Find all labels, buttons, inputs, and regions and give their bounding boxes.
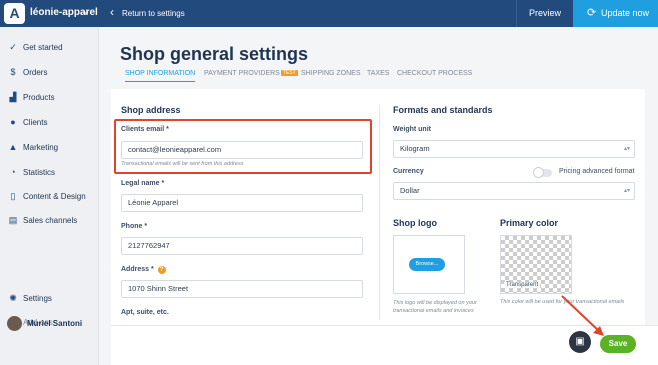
tab-label: PAYMENT PROVIDERS xyxy=(204,70,280,77)
bell-icon: ▲ xyxy=(8,142,18,152)
dollar-icon: $ xyxy=(10,67,16,77)
tab-taxes[interactable]: TAXES xyxy=(367,70,389,77)
sidebar-item-statistics[interactable]: ◔ Statistics xyxy=(0,165,99,183)
address-label-text: Address * xyxy=(121,266,154,273)
select-caret-icon: ▴▾ xyxy=(623,146,630,152)
update-now-button[interactable]: ⟳ Update now xyxy=(573,0,658,27)
preview-button[interactable]: Preview xyxy=(516,0,573,27)
phone-field[interactable]: 2127762947 xyxy=(121,237,363,255)
sidebar-item-label: Statistics xyxy=(23,168,56,177)
sidebar-item-label: Clients xyxy=(23,118,48,127)
apt-label: Apt, suite, etc. xyxy=(121,309,169,316)
tab-shipping-zones[interactable]: SHIPPING ZONES xyxy=(301,70,361,77)
sidebar-item-sales-channels[interactable]: ▤ Sales channels xyxy=(0,213,99,231)
tab-shop-information[interactable]: SHOP INFORMATION xyxy=(125,70,196,82)
color-value-label: Transparent xyxy=(504,282,541,288)
column-divider xyxy=(379,105,380,320)
clients-email-help: Transactional emails will be sent from t… xyxy=(121,161,244,167)
pie-chart-icon: ◔ xyxy=(10,167,16,177)
shop-address-title: Shop address xyxy=(121,105,181,115)
currency-value: Dollar xyxy=(400,186,420,195)
page-title: Shop general settings xyxy=(120,44,309,64)
save-button[interactable]: Save xyxy=(600,335,636,353)
sidebar-item-settings[interactable]: ✺ Settings xyxy=(0,291,99,309)
currency-label: Currency xyxy=(393,168,424,175)
top-bar: A léonie-apparel ⌄ ‹ Return to settings … xyxy=(0,0,658,27)
avatar[interactable] xyxy=(7,316,22,331)
clients-email-field[interactable]: contact@leonieapparel.com xyxy=(121,141,363,159)
refresh-icon: ⟳ xyxy=(587,7,597,19)
store-icon: ▤ xyxy=(8,215,18,225)
sidebar-item-label: Orders xyxy=(23,68,48,77)
select-caret-icon: ▴▾ xyxy=(623,188,630,194)
help-icon[interactable]: ? xyxy=(157,266,166,274)
toggle-knob[interactable] xyxy=(533,167,544,178)
sidebar-item-products[interactable]: ▟ Products xyxy=(0,90,99,108)
formats-title: Formats and standards xyxy=(393,105,493,115)
address-label: Address * ? xyxy=(121,266,166,274)
sidebar-item-get-started[interactable]: ✓ Get started xyxy=(0,40,99,58)
check-circle-icon: ✓ xyxy=(9,42,17,52)
sidebar-item-label: Sales channels xyxy=(23,216,78,225)
currency-select[interactable]: Dollar ▴▾ xyxy=(393,182,635,200)
cart-icon: ▟ xyxy=(9,92,17,102)
pricing-advanced-label: Pricing advanced format xyxy=(559,168,635,175)
sidebar-item-clients[interactable]: ● Clients xyxy=(0,115,99,133)
legal-name-field[interactable]: Léonie Apparel xyxy=(121,194,363,212)
primary-color-help: This color will be used for your transac… xyxy=(500,299,625,305)
tab-payment-providers[interactable]: PAYMENT PROVIDERS TEST xyxy=(204,70,298,77)
shop-logo-title: Shop logo xyxy=(393,218,437,228)
chevron-down-icon[interactable]: ⌄ xyxy=(82,6,90,17)
primary-color-title: Primary color xyxy=(500,218,559,228)
sidebar-item-label: Settings xyxy=(23,294,52,303)
weight-unit-select[interactable]: Kilogram ▴▾ xyxy=(393,140,635,158)
shop-logo-help: This logo will be displayed on your tran… xyxy=(393,300,477,314)
chat-icon[interactable]: ▣ xyxy=(569,331,591,353)
sidebar-item-marketing[interactable]: ▲ Marketing xyxy=(0,140,99,158)
clients-email-label: Clients email * xyxy=(121,126,169,133)
weight-unit-label: Weight unit xyxy=(393,126,431,133)
gear-icon: ✺ xyxy=(9,293,17,303)
weight-unit-value: Kilogram xyxy=(400,144,430,153)
people-icon: ● xyxy=(10,117,16,127)
legal-name-label: Legal name * xyxy=(121,180,165,187)
return-to-settings-link[interactable]: Return to settings xyxy=(122,9,185,18)
phone-label: Phone * xyxy=(121,223,148,230)
browse-button[interactable]: Browse... xyxy=(409,258,445,271)
sidebar-item-label: Content & Design xyxy=(23,192,86,201)
address-field[interactable]: 1070 Shinn Street xyxy=(121,280,363,298)
tab-checkout-process[interactable]: CHECKOUT PROCESS xyxy=(397,70,472,77)
sidebar-item-label: Products xyxy=(23,93,55,102)
app-logo[interactable]: A xyxy=(4,3,25,24)
phone-icon: ▯ xyxy=(10,191,16,201)
chevron-left-icon[interactable]: ‹ xyxy=(110,5,114,19)
sidebar-item-label: Marketing xyxy=(23,143,59,152)
sidebar-item-label: Get started xyxy=(23,43,63,52)
test-badge: TEST xyxy=(280,70,298,76)
sidebar-item-orders[interactable]: $ Orders xyxy=(0,65,99,83)
sidebar-item-content-design[interactable]: ▯ Content & Design xyxy=(0,189,99,207)
update-now-label: Update now xyxy=(601,8,650,18)
user-name[interactable]: Muriel Santoni xyxy=(27,319,82,328)
